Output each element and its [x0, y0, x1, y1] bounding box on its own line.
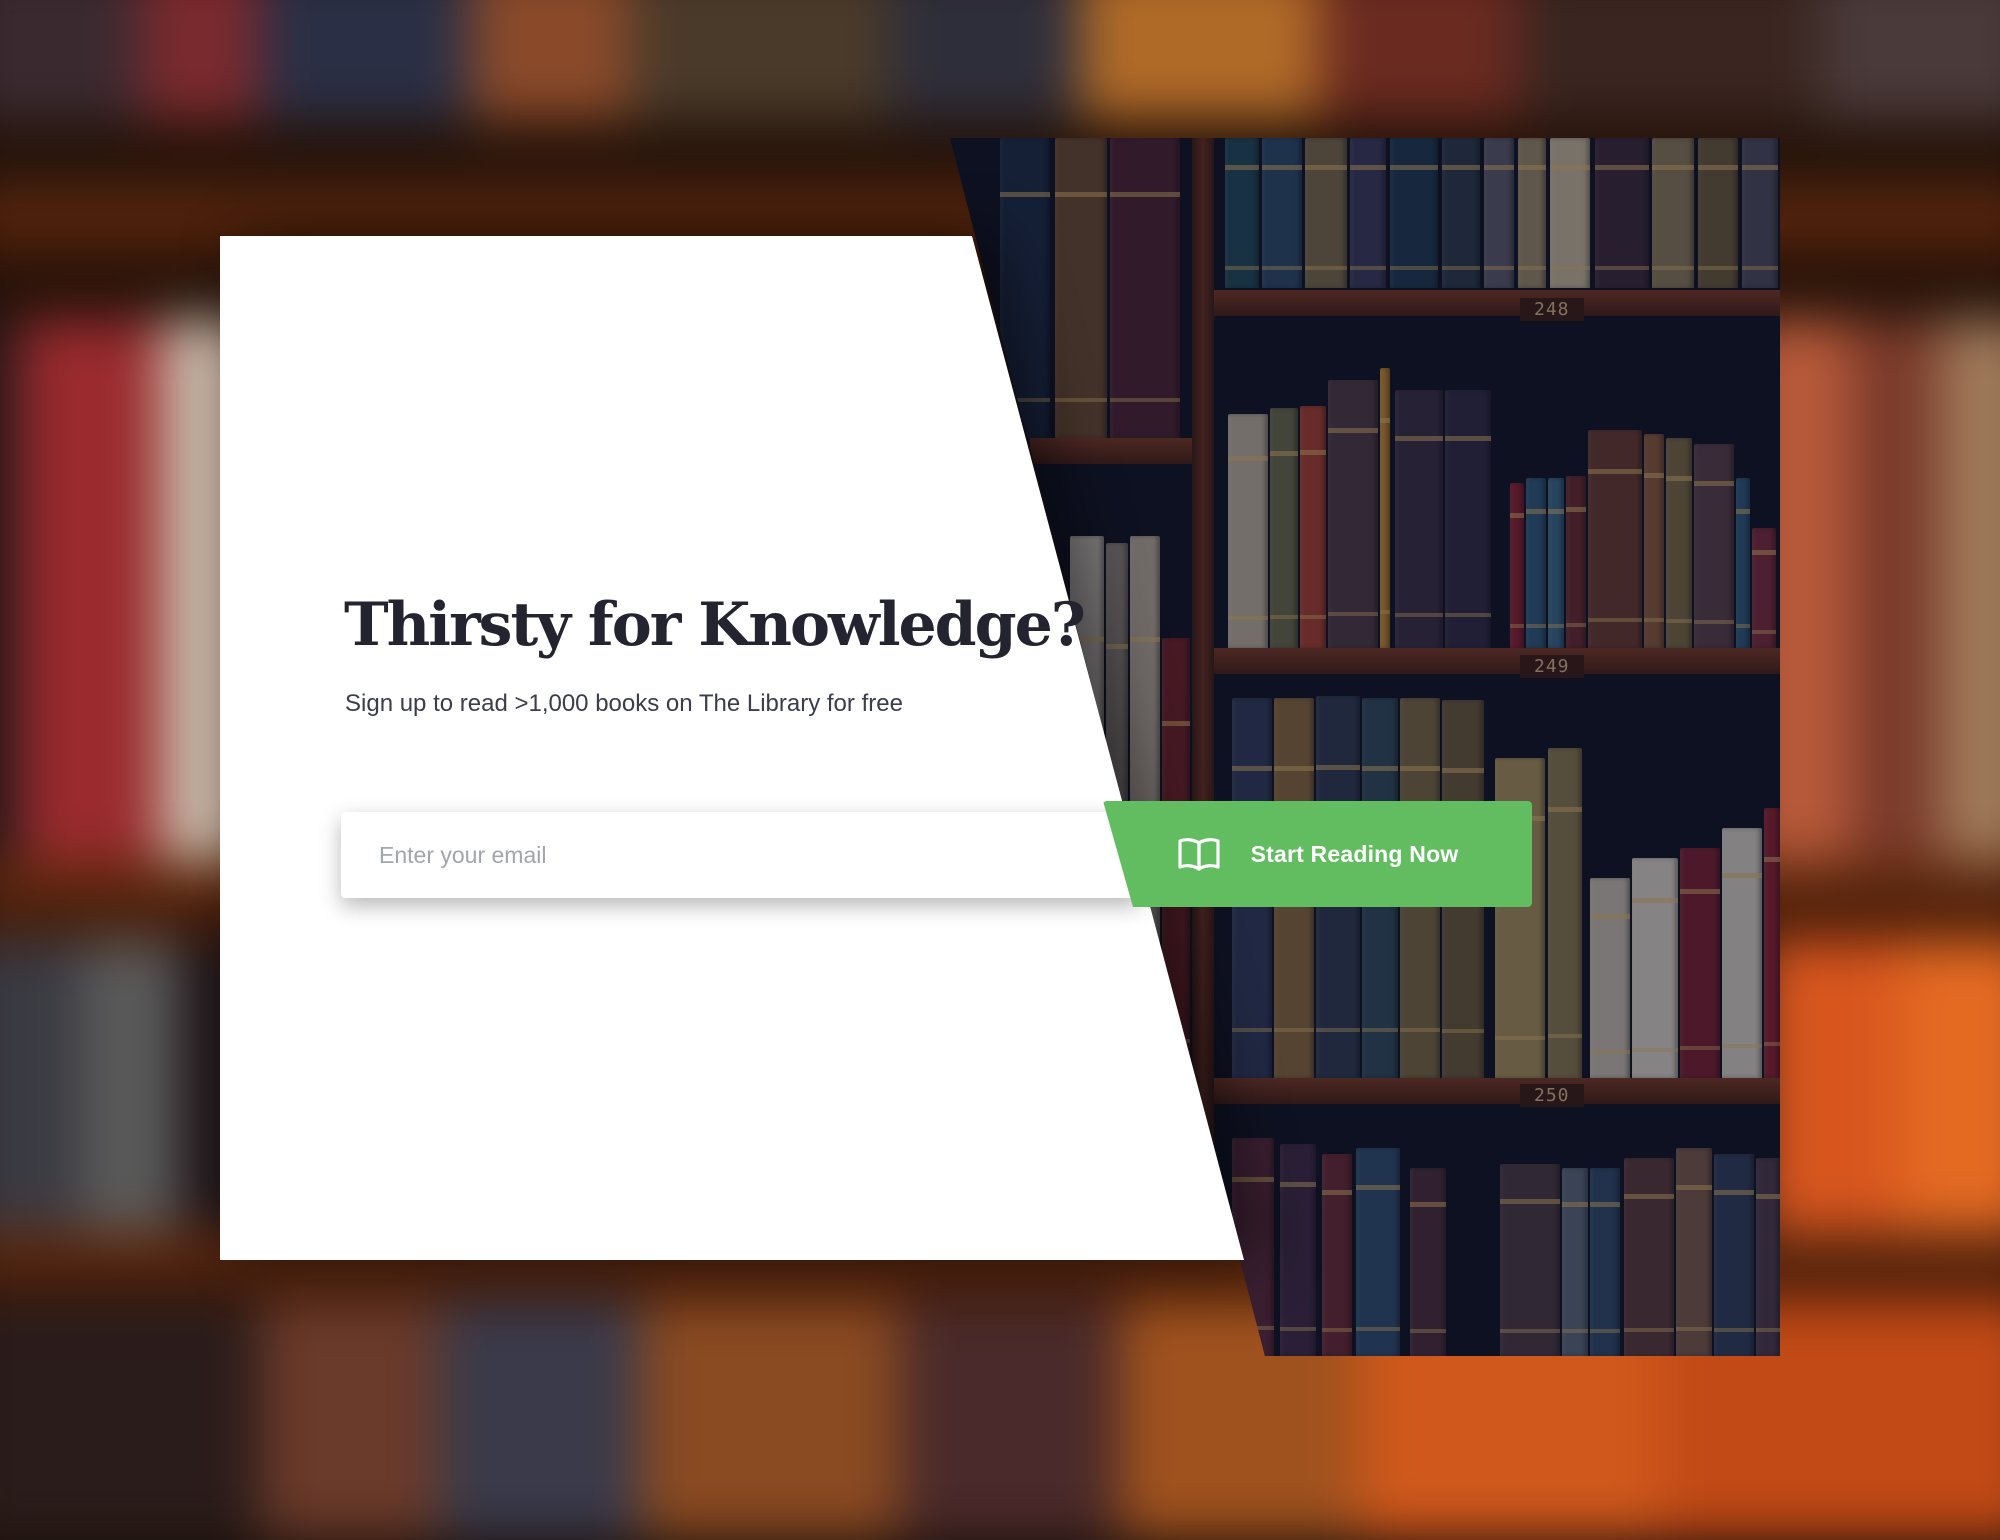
page-title: Thirsty for Knowledge? — [344, 590, 1086, 660]
start-reading-label: Start Reading Now — [1250, 840, 1459, 867]
open-book-icon — [1177, 836, 1221, 872]
email-field[interactable] — [341, 812, 1141, 898]
start-reading-button[interactable]: Start Reading Now — [1103, 801, 1532, 907]
email-input[interactable] — [377, 812, 1141, 898]
signup-card — [220, 236, 1244, 1260]
page-subtitle: Sign up to read >1,000 books on The Libr… — [345, 690, 903, 717]
